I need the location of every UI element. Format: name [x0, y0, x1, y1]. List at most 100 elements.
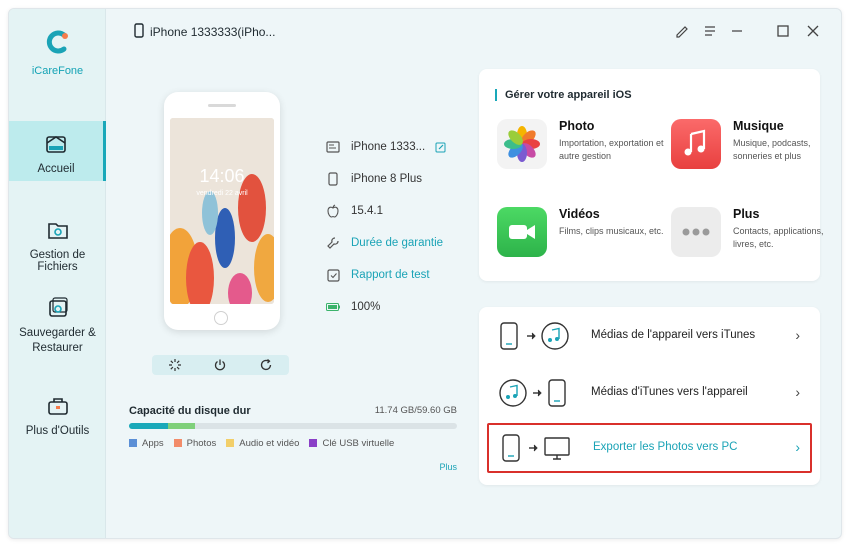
battery-icon	[325, 299, 341, 315]
device-controls	[152, 355, 289, 375]
photos-icon	[497, 119, 547, 169]
app-logo: iCareFone	[9, 29, 106, 77]
feature-name: Plus	[733, 207, 760, 221]
home-button	[214, 311, 228, 325]
sidebar-item-gestion-fichiers[interactable]: Gestion de Fichiers	[9, 217, 106, 273]
sidebar: iCareFone Accueil Gestion de Fichiers Sa…	[9, 9, 106, 538]
power-icon[interactable]	[213, 358, 227, 372]
transfer-itunes-to-device[interactable]: Médias d'iTunes vers l'appareil ›	[489, 366, 810, 420]
battery-level: 100%	[351, 301, 381, 313]
refresh-icon[interactable]	[259, 358, 273, 372]
top-bar: iPhone 1333333(iPho...	[106, 9, 841, 53]
export-photos-pc-icon	[502, 434, 570, 462]
transfer-export-photos-pc[interactable]: Exporter les Photos vers PC ›	[487, 423, 812, 473]
app-window: iCareFone Accueil Gestion de Fichiers Sa…	[8, 8, 842, 539]
device-info: iPhone 1333... iPhone 8 Plus 15.4.1 Duré…	[325, 131, 475, 323]
phone-speaker	[208, 104, 236, 107]
phone-icon	[134, 23, 144, 41]
itunes-to-device-icon	[499, 379, 566, 407]
feature-musique[interactable]: Musique Musique, podcasts, sonneries et …	[671, 119, 831, 175]
feature-desc: Importation, exportation et autre gestio…	[559, 138, 664, 161]
transfer-label: Exporter les Photos vers PC	[593, 441, 738, 453]
app-name: iCareFone	[31, 65, 84, 77]
transfer-label: Médias d'iTunes vers l'appareil	[591, 386, 748, 398]
warranty-label: Durée de garantie	[351, 237, 444, 249]
folder-gear-icon	[45, 217, 71, 243]
music-icon	[671, 119, 721, 169]
feature-name: Musique	[733, 119, 784, 133]
sidebar-item-label: Accueil	[37, 163, 75, 175]
lock-date: vendredi 22 avril	[196, 190, 248, 197]
feature-plus[interactable]: Plus Contacts, applications, livres, etc…	[671, 207, 831, 263]
edit-name-icon[interactable]	[435, 142, 446, 153]
device-selector[interactable]: iPhone 1333333(iPho...	[134, 23, 275, 41]
device-preview: 14:06 vendredi 22 avril	[164, 92, 280, 330]
legend-audio-video: Audio et vidéo	[226, 438, 299, 449]
legend-swatch	[173, 439, 182, 448]
device-name: iPhone 1333...	[351, 141, 426, 153]
lock-screen: 14:06 vendredi 22 avril	[170, 118, 274, 304]
wrench-icon	[325, 235, 341, 251]
report-icon	[325, 267, 341, 283]
id-card-icon	[325, 139, 341, 155]
chevron-right-icon: ›	[795, 327, 800, 343]
legend-swatch	[129, 439, 137, 448]
test-report-label: Rapport de test	[351, 269, 430, 281]
backup-icon	[45, 294, 71, 320]
sidebar-item-label: Sauvegarder & Restaurer	[19, 327, 96, 354]
home-icon	[43, 131, 69, 157]
disk-more-link[interactable]: Plus	[439, 462, 457, 472]
disk-segment-photos	[168, 423, 195, 429]
legend-photos: Photos	[173, 438, 216, 449]
chevron-right-icon: ›	[795, 439, 800, 455]
sidebar-item-plus-outils[interactable]: Plus d'Outils	[9, 393, 106, 443]
edit-icon[interactable]	[674, 23, 690, 39]
legend-apps: Apps	[129, 438, 164, 449]
chevron-right-icon: ›	[795, 384, 800, 400]
device-model: iPhone 8 Plus	[351, 173, 422, 185]
feature-name: Vidéos	[559, 207, 600, 221]
apple-icon	[325, 203, 341, 219]
disk-usage-bar	[129, 423, 457, 429]
more-icon	[671, 207, 721, 257]
ios-version: 15.4.1	[351, 205, 383, 217]
feature-desc: Musique, podcasts, sonneries et plus	[733, 138, 811, 161]
device-title-text: iPhone 1333333(iPho...	[150, 25, 276, 39]
disk-size: 11.74 GB/59.60 GB	[374, 405, 457, 416]
feature-desc: Contacts, applications, livres, etc.	[733, 226, 824, 249]
disk-capacity: Capacité du disque dur 11.74 GB/59.60 GB…	[129, 405, 457, 472]
sidebar-item-sauvegarder[interactable]: Sauvegarder & Restaurer	[9, 294, 106, 354]
sidebar-item-accueil[interactable]: Accueil	[9, 121, 106, 181]
transfer-device-to-itunes[interactable]: Médias de l'appareil vers iTunes ›	[489, 309, 810, 363]
loading-icon[interactable]	[168, 358, 182, 372]
sidebar-item-label: Plus d'Outils	[25, 425, 90, 437]
device-model-row: iPhone 8 Plus	[325, 163, 475, 195]
video-icon	[497, 207, 547, 257]
disk-legend: Apps Photos Audio et vidéo Clé USB virtu…	[129, 438, 457, 449]
test-report-link[interactable]: Rapport de test	[325, 259, 475, 291]
menu-icon[interactable]	[702, 23, 718, 39]
feature-photo[interactable]: Photo Importation, exportation et autre …	[497, 119, 664, 175]
manage-device-card: Gérer votre appareil iOS Photo Importati…	[479, 69, 824, 281]
icarefone-logo-icon	[45, 29, 71, 55]
feature-name: Photo	[559, 119, 595, 133]
legend-swatch	[309, 439, 318, 448]
manage-card-title: Gérer votre appareil iOS	[495, 89, 632, 101]
feature-desc: Films, clips musicaux, etc.	[559, 226, 664, 236]
warranty-link[interactable]: Durée de garantie	[325, 227, 475, 259]
disk-segment-apps	[129, 423, 169, 429]
ios-version-row: 15.4.1	[325, 195, 475, 227]
close-icon[interactable]	[805, 23, 821, 39]
minimize-icon[interactable]	[729, 23, 745, 39]
feature-videos[interactable]: Vidéos Films, clips musicaux, etc.	[497, 207, 664, 263]
transfer-card: Médias de l'appareil vers iTunes › Média…	[479, 307, 820, 485]
device-to-itunes-icon	[500, 322, 569, 350]
transfer-label: Médias de l'appareil vers iTunes	[591, 329, 756, 341]
battery-row: 100%	[325, 291, 475, 323]
lock-time: 14:06	[199, 166, 245, 186]
legend-swatch	[226, 439, 235, 448]
maximize-icon[interactable]	[775, 23, 791, 39]
sidebar-item-label: Gestion de Fichiers	[29, 249, 86, 273]
toolbox-icon	[45, 393, 71, 419]
legend-usb: Clé USB virtuelle	[309, 438, 394, 449]
